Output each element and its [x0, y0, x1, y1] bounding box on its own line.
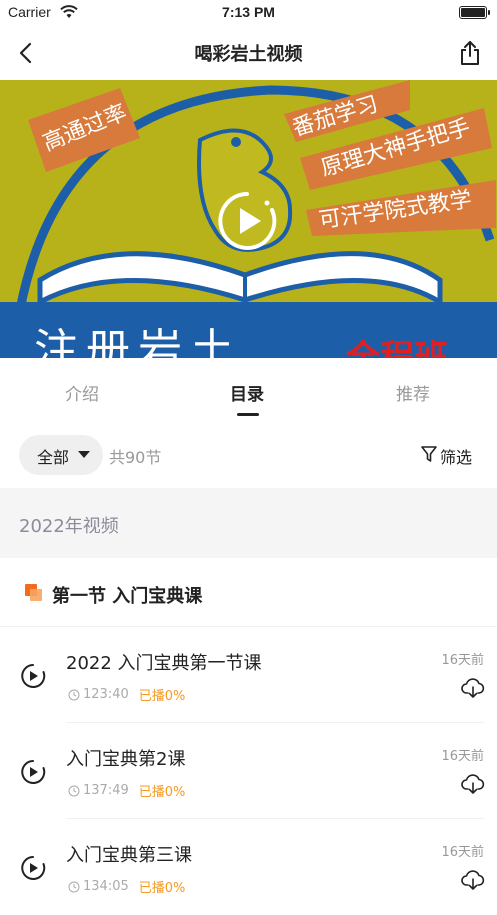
year-group-label: 2022年视频 [19, 516, 119, 537]
all-filter-dropdown[interactable]: 全部 [19, 435, 103, 475]
lesson-meta: 123:40 已播0% [68, 685, 185, 704]
nav-bar: 喝彩岩土视频 [0, 26, 497, 80]
tab-bar: 介绍 目录 推荐 [0, 358, 497, 424]
lesson-date: 16天前 [441, 653, 484, 668]
tab-catalog[interactable]: 目录 [230, 380, 264, 405]
lesson-title: 入门宝典第三课 [66, 845, 192, 866]
play-circle-icon[interactable] [20, 855, 46, 881]
clock-icon [68, 881, 80, 892]
clock-icon [68, 689, 80, 700]
tab-active-indicator [237, 413, 259, 416]
download-cloud-icon[interactable] [461, 677, 485, 699]
lesson-title: 2022 入门宝典第一节课 [66, 653, 262, 674]
battery-icon [459, 6, 490, 19]
lesson-date: 16天前 [441, 845, 484, 860]
lesson-duration: 123:40 [83, 687, 129, 702]
filter-icon [421, 446, 437, 462]
video-bottom-tag: 全程班 [346, 338, 448, 358]
status-time: 7:13 PM [222, 4, 275, 20]
lesson-meta: 134:05 已播0% [68, 877, 185, 896]
lesson-item[interactable]: 入门宝典第三课 134:05 已播0% 16天前 [0, 819, 497, 915]
share-icon[interactable] [457, 39, 483, 67]
chapter-icon [25, 584, 42, 601]
lesson-count: 共90节 [109, 448, 162, 467]
all-filter-label: 全部 [37, 448, 70, 467]
year-group-header: 2022年视频 [0, 488, 497, 558]
play-icon[interactable] [216, 190, 278, 252]
lesson-progress: 已播0% [138, 785, 186, 800]
lesson-item[interactable]: 入门宝典第2课 137:49 已播0% 16天前 [0, 723, 497, 819]
tab-recommend[interactable]: 推荐 [396, 380, 430, 405]
play-circle-icon[interactable] [20, 759, 46, 785]
lesson-title: 入门宝典第2课 [66, 749, 186, 770]
lesson-duration: 134:05 [83, 879, 129, 894]
filter-button[interactable]: 筛选 [420, 442, 478, 468]
tab-intro[interactable]: 介绍 [65, 380, 99, 405]
filter-row: 全部 共90节 筛选 [0, 424, 497, 486]
lesson-duration: 137:49 [83, 783, 129, 798]
page-title: 喝彩岩土视频 [194, 44, 303, 65]
clock-icon [68, 785, 80, 796]
lesson-item[interactable]: 2022 入门宝典第一节课 123:40 已播0% 16天前 [0, 627, 497, 723]
download-cloud-icon[interactable] [461, 773, 485, 795]
chapter-title: 第一节 入门宝典课 [52, 586, 203, 607]
filter-label: 筛选 [440, 448, 473, 467]
video-player[interactable]: 高通过率 番茄学习 原理大神手把手 可汗学院式教学 注册岩土 全程班 [0, 80, 497, 358]
lesson-progress: 已播0% [138, 689, 186, 704]
lesson-meta: 137:49 已播0% [68, 781, 185, 800]
video-bottom-title: 注册岩土 [34, 325, 242, 358]
download-cloud-icon[interactable] [461, 869, 485, 891]
status-bar: Carrier 7:13 PM [0, 0, 497, 26]
lesson-date: 16天前 [441, 749, 484, 764]
caret-down-icon [78, 451, 90, 458]
play-circle-icon[interactable] [20, 663, 46, 689]
lesson-progress: 已播0% [138, 881, 186, 896]
chapter-header: 第一节 入门宝典课 [0, 558, 497, 627]
